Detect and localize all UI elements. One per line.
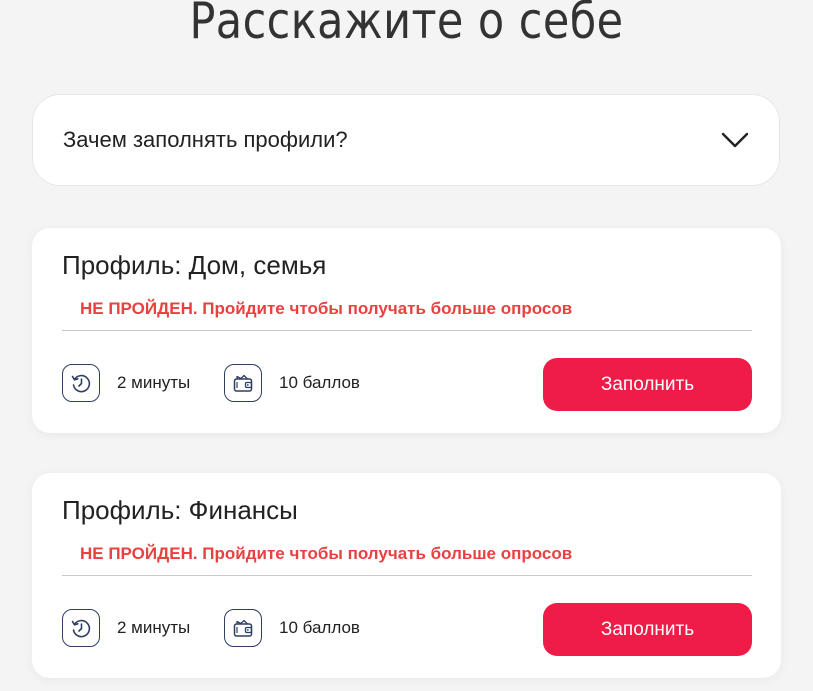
points-meta: 10 баллов bbox=[224, 364, 360, 402]
fill-profile-button[interactable]: Заполнить bbox=[543, 603, 752, 656]
faq-label: Зачем заполнять профили? bbox=[63, 127, 348, 152]
chevron-down-icon[interactable] bbox=[721, 130, 749, 150]
points-meta: 10 баллов bbox=[224, 609, 360, 647]
profile-title: Профиль: Финансы bbox=[62, 495, 298, 525]
duration-meta: 2 минуты bbox=[62, 609, 190, 647]
duration-text: 2 минуты bbox=[117, 373, 191, 392]
profile-card: Профиль: Финансы НЕ ПРОЙДЕН. Пройдите чт… bbox=[32, 473, 781, 678]
card-divider bbox=[62, 330, 752, 331]
fill-profile-button[interactable]: Заполнить bbox=[543, 358, 752, 411]
card-divider bbox=[62, 575, 752, 576]
faq-accordion[interactable]: Зачем заполнять профили? bbox=[32, 94, 780, 186]
duration-text: 2 минуты bbox=[117, 618, 191, 637]
wallet-icon bbox=[224, 364, 262, 402]
profile-status: НЕ ПРОЙДЕН. Пройдите чтобы получать боль… bbox=[80, 544, 573, 563]
duration-meta: 2 минуты bbox=[62, 364, 190, 402]
points-text: 10 баллов bbox=[279, 373, 360, 392]
profile-title: Профиль: Дом, семья bbox=[62, 250, 327, 280]
wallet-icon bbox=[224, 609, 262, 647]
points-text: 10 баллов bbox=[279, 618, 360, 637]
page-title: Расскажите о себе bbox=[189, 0, 624, 50]
clock-history-icon bbox=[62, 364, 100, 402]
clock-history-icon bbox=[62, 609, 100, 647]
profile-card: Профиль: Дом, семья НЕ ПРОЙДЕН. Пройдите… bbox=[32, 228, 781, 433]
profile-status: НЕ ПРОЙДЕН. Пройдите чтобы получать боль… bbox=[80, 299, 573, 318]
